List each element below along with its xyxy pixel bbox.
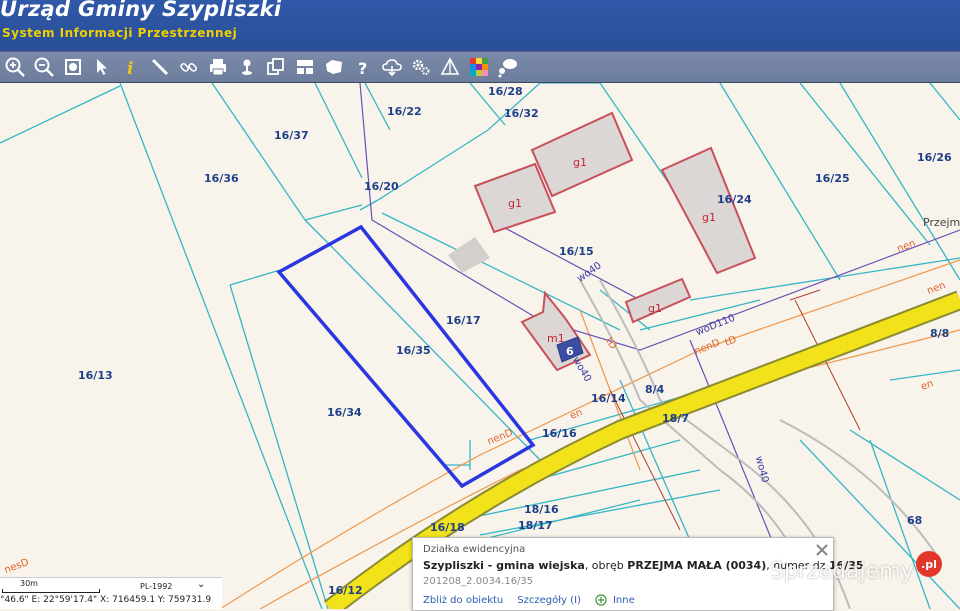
copy-icon[interactable] — [261, 53, 290, 81]
link-icon[interactable] — [174, 53, 203, 81]
place-label: Przejm — [923, 216, 960, 229]
popup-parcel-id: 201208_2.0034.16/35 — [423, 576, 534, 587]
parcel-label[interactable]: 68 — [907, 514, 922, 527]
other-link[interactable]: Inne — [613, 595, 635, 606]
building-label: g1 — [702, 211, 716, 224]
print-icon[interactable] — [203, 53, 232, 81]
app-title: Urząd Gminy Szypliszki — [0, 0, 282, 21]
popup-municipality: Szypliszki - gmina wiejska — [423, 559, 585, 572]
chevron-down-icon[interactable]: ⌄ — [197, 579, 205, 590]
info-icon[interactable]: i — [116, 53, 145, 81]
popup-links: Zbliż do obiektu Szczegóły (I) Inne — [423, 594, 635, 606]
settings-icon[interactable] — [406, 53, 435, 81]
app-subtitle: System Informacji Przestrzennej — [2, 26, 238, 40]
parcel-label[interactable]: 16/13 — [78, 369, 113, 382]
svg-text:?: ? — [358, 59, 367, 78]
parcel-label[interactable]: 8/8 — [930, 327, 949, 340]
crs-select[interactable]: PL-1992 — [140, 582, 172, 591]
parcel-label[interactable]: 16/25 — [815, 172, 850, 185]
map-base-layer — [0, 83, 960, 609]
popup-precinct: PRZEJMA MAŁA (0034) — [627, 559, 767, 572]
parcel-label[interactable]: 18/17 — [518, 519, 553, 532]
parcel-label[interactable]: 16/24 — [717, 193, 752, 206]
zoom-to-object-link[interactable]: Zbliż do obiektu — [423, 595, 503, 606]
map-shape-icon[interactable] — [319, 53, 348, 81]
parcel-label[interactable]: 16/18 — [430, 521, 465, 534]
watermark-text: Sprzedajemy — [770, 559, 914, 584]
close-icon[interactable] — [815, 542, 829, 556]
popup-text: , obręb — [584, 559, 628, 572]
pin-icon[interactable] — [232, 53, 261, 81]
parcel-label[interactable]: 16/26 — [917, 151, 952, 164]
coordinate-readout: °46.6" E: 22°59'17.4" X: 716459.1 Y: 759… — [0, 595, 222, 609]
parcel-label[interactable]: 16/20 — [364, 180, 399, 193]
plus-circle-icon[interactable] — [595, 594, 607, 606]
parcel-label[interactable]: 16/37 — [274, 129, 309, 142]
map-toolbar: i ? — [0, 51, 960, 83]
parcel-label[interactable]: 16/32 — [504, 107, 539, 120]
details-link[interactable]: Szczegóły (I) — [517, 595, 581, 606]
parcel-label[interactable]: 8/4 — [645, 383, 664, 396]
parcel-label[interactable]: 16/36 — [204, 172, 239, 185]
cloud-download-icon[interactable] — [377, 53, 406, 81]
building-label: g1 — [508, 197, 522, 210]
building-label: g1 — [573, 156, 587, 169]
popup-title: Działka ewidencyjna — [423, 544, 526, 555]
building-number-label: 6 — [566, 345, 574, 358]
app-header: Urząd Gminy Szypliszki System Informacji… — [0, 0, 960, 51]
parcel-label[interactable]: 18/16 — [524, 503, 559, 516]
parcel-label[interactable]: 16/14 — [591, 392, 626, 405]
watermark-badge: .pl — [916, 551, 942, 577]
svg-text:i: i — [127, 59, 133, 78]
select-arrow-icon[interactable] — [87, 53, 116, 81]
zoom-in-icon[interactable] — [0, 53, 29, 81]
help-icon[interactable]: ? — [348, 53, 377, 81]
parcel-label[interactable]: 16/28 — [488, 85, 523, 98]
parcel-label-selected[interactable]: 16/35 — [396, 344, 431, 357]
scale-distance: 30m — [20, 579, 38, 588]
map-viewport[interactable]: 16/28 16/22 16/32 16/37 16/36 16/20 16/2… — [0, 83, 960, 609]
parcel-label[interactable]: 16/16 — [542, 427, 577, 440]
chat-icon[interactable] — [493, 53, 522, 81]
zoom-extent-icon[interactable] — [58, 53, 87, 81]
building-label: m1 — [547, 332, 565, 345]
triangle-icon[interactable] — [435, 53, 464, 81]
measure-icon[interactable] — [145, 53, 174, 81]
parcel-label[interactable]: 16/15 — [559, 245, 594, 258]
parcel-label[interactable]: 18/7 — [662, 412, 689, 425]
parcel-label[interactable]: 16/17 — [446, 314, 481, 327]
parcel-label[interactable]: 16/34 — [327, 406, 362, 419]
scale-ruler — [2, 589, 100, 593]
parcel-label[interactable]: 16/22 — [387, 105, 422, 118]
parcel-label[interactable]: 16/12 — [328, 584, 363, 597]
zoom-out-icon[interactable] — [29, 53, 58, 81]
layout-icon[interactable] — [290, 53, 319, 81]
building-label: g1 — [648, 302, 662, 315]
color-palette-icon[interactable] — [464, 53, 493, 81]
scale-bar: 30m PL-1992 ⌄ — [0, 577, 222, 596]
